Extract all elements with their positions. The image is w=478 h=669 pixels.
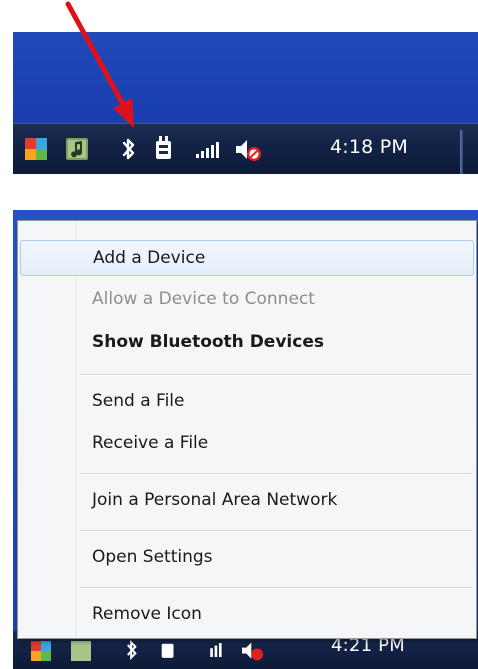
power-plug-icon[interactable] [153,135,175,163]
menu-separator [80,473,472,475]
menu-item-label: Show Bluetooth Devices [92,332,324,352]
menu-item-send-file[interactable]: Send a File [20,384,474,420]
muted-speaker-icon[interactable] [235,137,263,163]
menu-item-label: Send a File [92,391,185,411]
menu-item-receive-file[interactable]: Receive a File [20,426,474,462]
signal-bars-icon[interactable] [196,142,220,158]
red-arrow-annotation [65,1,134,128]
music-player-icon[interactable] [71,641,91,661]
bluetooth-icon[interactable] [125,639,139,661]
show-desktop-edge [460,130,463,174]
bluetooth-context-menu: Add a Device Allow a Device to Connect S… [17,220,477,639]
menu-item-label: Receive a File [92,433,209,453]
menu-item-remove-icon[interactable]: Remove Icon [20,597,474,633]
menu-item-show-devices[interactable]: Show Bluetooth Devices [20,325,474,361]
menu-separator [80,374,472,376]
menu-separator [80,587,472,589]
menu-item-label: Add a Device [93,248,206,268]
music-player-icon[interactable] [66,138,88,160]
bluetooth-icon[interactable] [121,136,137,162]
menu-item-open-settings[interactable]: Open Settings [20,540,474,576]
menu-separator [80,530,472,532]
muted-speaker-icon[interactable] [241,640,265,662]
menu-item-add-device[interactable]: Add a Device [20,240,474,276]
menu-item-join-pan[interactable]: Join a Personal Area Network [20,483,474,519]
menu-item-label: Open Settings [92,547,213,567]
power-plug-icon[interactable] [159,639,177,661]
menu-item-label: Join a Personal Area Network [92,490,338,510]
avg-antivirus-icon[interactable] [31,641,51,661]
menu-item-label: Allow a Device to Connect [92,289,315,309]
avg-antivirus-icon[interactable] [25,138,47,160]
menu-item-label: Remove Icon [92,604,202,624]
menu-item-allow-device: Allow a Device to Connect [20,282,474,318]
screenshot-root: 4:18 PM 4:21 PM Add a Device Allow a Dev… [0,0,478,669]
taskbar-clock[interactable]: 4:18 PM [330,136,408,158]
signal-bars-icon[interactable] [201,643,223,657]
